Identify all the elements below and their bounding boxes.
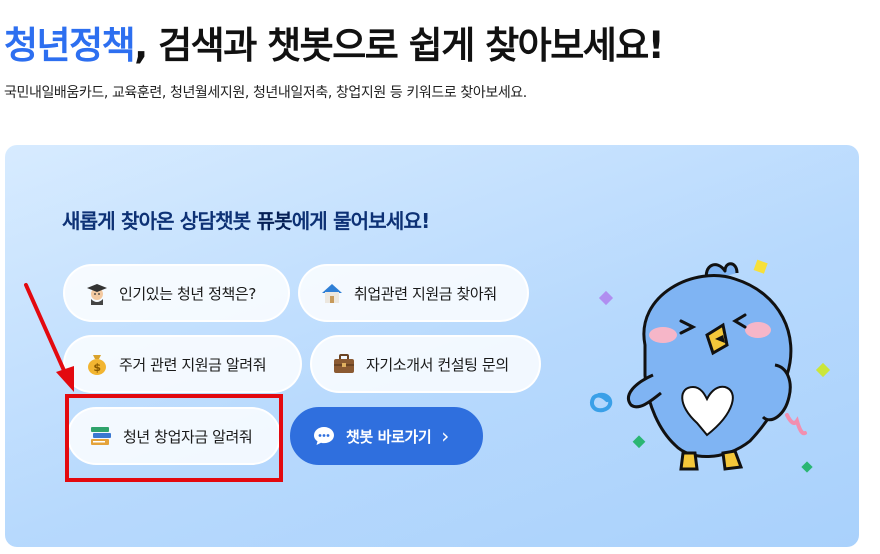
mascot-bird-icon — [590, 259, 831, 473]
